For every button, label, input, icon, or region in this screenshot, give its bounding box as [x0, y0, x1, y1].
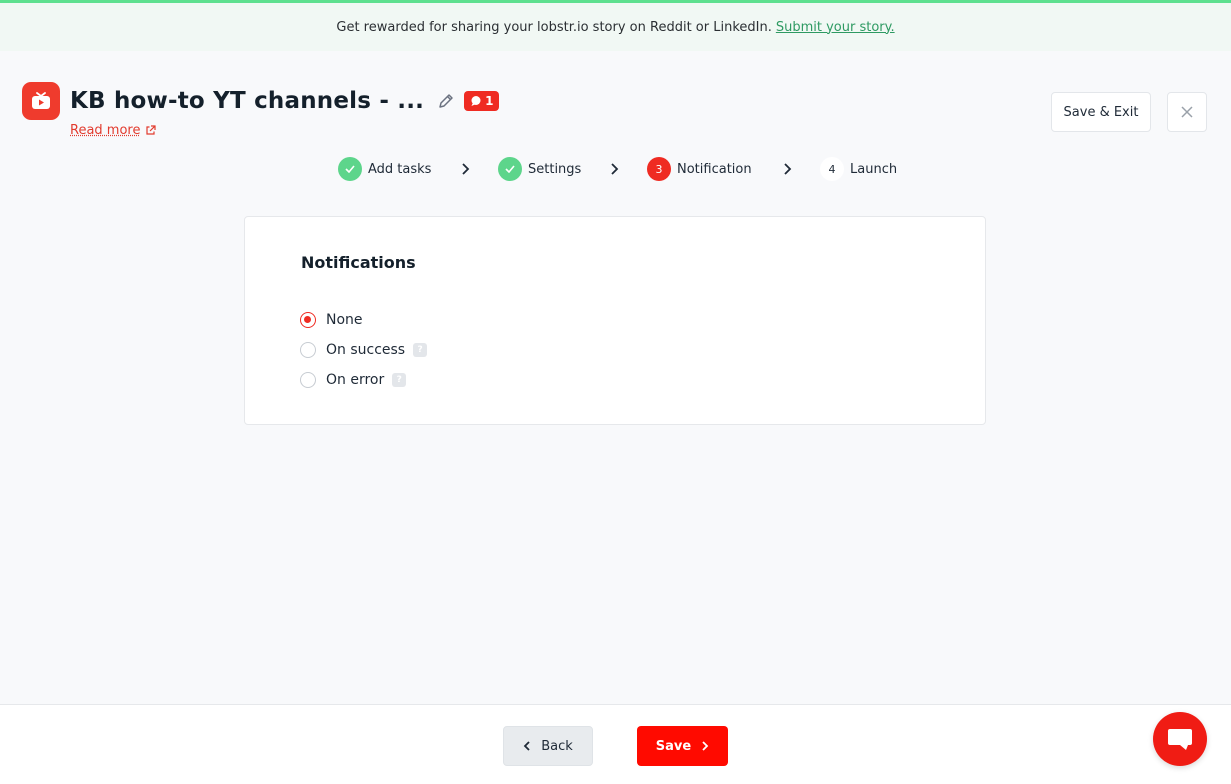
help-icon[interactable]: ?	[413, 343, 428, 357]
check-icon	[498, 157, 522, 181]
save-button[interactable]: Save	[637, 726, 728, 766]
radio-button[interactable]	[300, 312, 316, 328]
step-label: Settings	[528, 161, 582, 177]
save-exit-button[interactable]: Save & Exit	[1051, 92, 1151, 132]
youtube-logo-icon	[22, 82, 60, 120]
chat-widget-button[interactable]	[1153, 712, 1207, 766]
chevron-right-icon	[784, 163, 792, 175]
step-label: Launch	[850, 161, 898, 177]
step-add-tasks[interactable]: Add tasks	[338, 157, 431, 181]
radio-label: On error	[326, 372, 385, 388]
radio-label: On success	[326, 342, 406, 358]
step-settings[interactable]: Settings	[498, 157, 581, 181]
back-button[interactable]: Back	[503, 726, 593, 766]
back-label: Back	[541, 738, 573, 754]
radio-button[interactable]	[300, 372, 316, 388]
pencil-icon[interactable]	[436, 91, 456, 111]
step-number: 3	[647, 157, 671, 181]
radio-option-on-error[interactable]: On error ?	[300, 372, 407, 388]
close-button[interactable]	[1167, 92, 1207, 132]
wizard-stepper: Add tasks Settings 3 Notification 4 Laun…	[0, 157, 1231, 183]
step-launch[interactable]: 4 Launch	[820, 157, 897, 181]
comment-icon	[471, 96, 481, 106]
step-number: 4	[820, 157, 844, 181]
badge-count: 1	[485, 94, 494, 108]
radio-label: None	[326, 312, 363, 328]
notifications-card: Notifications None On success ? On error…	[244, 216, 986, 425]
card-title: Notifications	[301, 253, 416, 272]
close-icon	[1181, 106, 1193, 118]
step-label: Add tasks	[368, 161, 432, 177]
chevron-right-icon	[462, 163, 470, 175]
chat-icon	[1168, 729, 1192, 750]
read-more-link[interactable]: Read more	[70, 123, 157, 138]
external-link-icon	[146, 125, 157, 135]
chevron-left-icon	[523, 741, 530, 751]
banner-text: Get rewarded for sharing your lobstr.io …	[336, 19, 772, 35]
step-label: Notification	[677, 161, 752, 177]
promo-banner: Get rewarded for sharing your lobstr.io …	[0, 3, 1231, 51]
submit-story-link[interactable]: Submit your story.	[776, 20, 895, 35]
notification-count-badge[interactable]: 1	[464, 91, 500, 111]
radio-option-on-success[interactable]: On success ?	[300, 342, 428, 358]
save-label: Save	[655, 738, 692, 754]
help-icon[interactable]: ?	[392, 373, 407, 387]
page-title: KB how-to YT channels - ...	[70, 88, 425, 114]
read-more-label: Read more	[70, 123, 141, 138]
radio-button[interactable]	[300, 342, 316, 358]
radio-option-none[interactable]: None	[300, 312, 363, 328]
squid-header: KB how-to YT channels - ... 1	[22, 82, 500, 120]
step-notification[interactable]: 3 Notification	[647, 157, 752, 181]
footer-bar: Back Save	[0, 704, 1231, 784]
chevron-right-icon	[702, 741, 709, 751]
check-icon	[338, 157, 362, 181]
chevron-right-icon	[611, 163, 619, 175]
